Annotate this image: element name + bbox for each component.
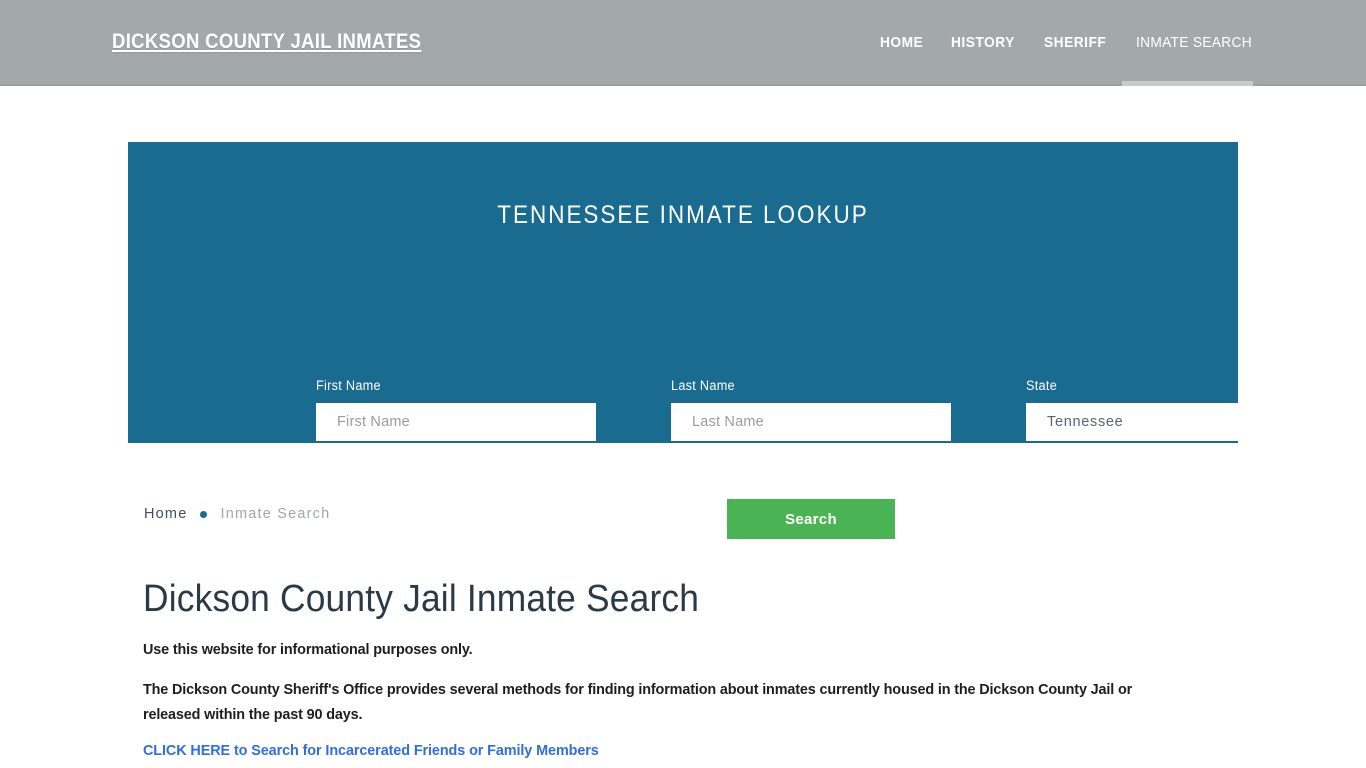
last-name-label: Last Name	[671, 378, 735, 393]
nav-item-home[interactable]: HOME	[880, 33, 923, 53]
breadcrumb-home-link[interactable]: Home	[144, 506, 187, 522]
nav-item-inmate-search[interactable]: INMATE SEARCH	[1136, 33, 1252, 53]
state-field-group: State	[1026, 378, 1306, 441]
last-name-input[interactable]	[671, 403, 951, 441]
intro-paragraph: Use this website for informational purpo…	[143, 641, 473, 658]
site-header: DICKSON COUNTY JAIL INMATES HOME HISTORY…	[0, 0, 1366, 86]
nav-item-history[interactable]: HISTORY	[951, 33, 1015, 53]
site-brand-title[interactable]: DICKSON COUNTY JAIL INMATES	[112, 30, 421, 54]
inmate-lookup-panel: TENNESSEE INMATE LOOKUP First Name Last …	[128, 142, 1306, 539]
state-label: State	[1026, 378, 1058, 393]
first-name-label: First Name	[316, 378, 381, 393]
last-name-field-group: Last Name	[671, 378, 951, 441]
inmate-search-cta-link[interactable]: CLICK HERE to Search for Incarcerated Fr…	[143, 742, 599, 759]
nav-active-indicator	[1122, 81, 1253, 86]
first-name-input[interactable]	[316, 403, 596, 441]
breadcrumb: Home Inmate Search	[144, 506, 330, 522]
breadcrumb-current-page: Inmate Search	[220, 506, 331, 522]
description-paragraph: The Dickson County Sheriff's Office prov…	[143, 681, 1133, 723]
lookup-panel-title: TENNESSEE INMATE LOOKUP	[497, 200, 869, 229]
first-name-field-group: First Name	[316, 378, 596, 441]
nav-item-sheriff[interactable]: SHERIFF	[1044, 33, 1106, 53]
page-title: Dickson County Jail Inmate Search	[143, 578, 700, 620]
breadcrumb-separator-icon	[200, 510, 208, 518]
main-navigation: HOME HISTORY SHERIFF INMATE SEARCH	[880, 33, 1258, 53]
state-select[interactable]	[1026, 403, 1306, 441]
search-button[interactable]: Search	[727, 499, 895, 539]
